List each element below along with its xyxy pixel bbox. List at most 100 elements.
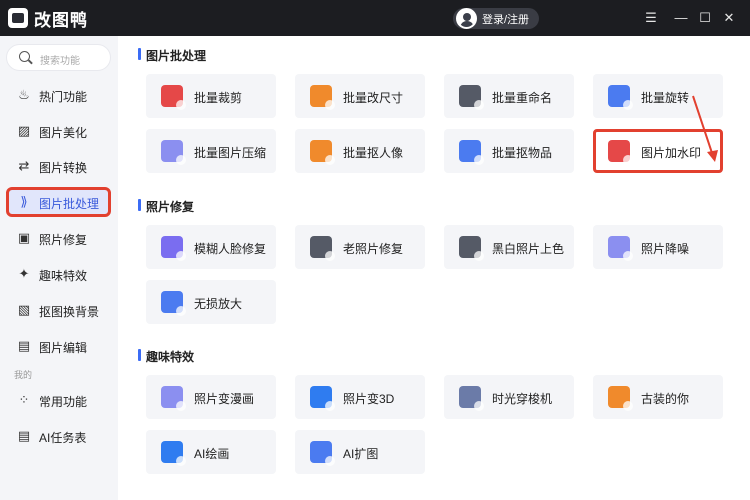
watermark-icon xyxy=(608,140,633,165)
feature-card-label: 批量抠物品 xyxy=(492,146,553,160)
ai-paint-icon xyxy=(161,441,186,466)
portrait-cutout-icon xyxy=(310,140,335,165)
feature-card-label: 批量裁剪 xyxy=(194,91,243,105)
convert-icon: ⇄ xyxy=(18,158,30,173)
sparkle-icon: ✦ xyxy=(18,266,30,281)
feature-card[interactable]: 古装的你 xyxy=(593,375,723,419)
search-icon xyxy=(19,51,30,62)
feature-card-label: 照片变3D xyxy=(343,392,395,406)
sidebar-item-0[interactable]: ♨ 热门功能 xyxy=(6,80,111,110)
feature-card-label: AI扩图 xyxy=(343,447,379,461)
feature-card-label: 批量图片压缩 xyxy=(194,146,267,160)
feature-card[interactable]: 模糊人脸修复 xyxy=(146,225,276,269)
grid-icon: ⁘ xyxy=(18,392,30,407)
repair-icon: ▣ xyxy=(17,230,31,245)
old-photo-icon xyxy=(310,236,335,261)
feature-card[interactable]: 照片变3D xyxy=(295,375,425,419)
sidebar-item-label: 抠图换背景 xyxy=(39,305,100,319)
login-label[interactable]: 登录/注册 xyxy=(482,11,529,27)
crop-icon xyxy=(161,85,186,110)
upscale-icon xyxy=(161,291,186,316)
sidebar-item-6[interactable]: ▧ 抠图换背景 xyxy=(6,295,111,325)
search-placeholder: 搜索功能 xyxy=(40,56,80,67)
feature-card-label: 批量抠人像 xyxy=(343,146,404,160)
cutout-icon: ▧ xyxy=(17,302,31,317)
sidebar-item-8[interactable]: ⁘ 常用功能 xyxy=(6,385,111,415)
sidebar-item-5[interactable]: ✦ 趣味特效 xyxy=(6,259,111,289)
main-content: 图片批处理 批量裁剪 批量改尺寸 批量重命名 批量旋转 批量图片压缩 批量抠人像 批量抠物品图… xyxy=(118,36,750,500)
rename-icon xyxy=(459,85,484,110)
flame-icon: ♨ xyxy=(18,87,30,102)
feature-card[interactable]: 时光穿梭机 xyxy=(444,375,574,419)
sidebar-item-4[interactable]: ▣ 照片修复 xyxy=(6,223,111,253)
feature-card[interactable]: AI绘画 xyxy=(146,430,276,474)
feature-card-label: 老照片修复 xyxy=(343,242,404,256)
sidebar: 搜索功能 ♨ 热门功能 ▨ 图片美化 ⇄ 图片转换 ⟫ 图片批处理 ▣ 照片修复 ✦ 趣味特效 ▧ 抠图换… xyxy=(0,36,118,500)
resize-icon xyxy=(310,85,335,110)
sidebar-section-label: 我的 xyxy=(14,370,33,380)
feature-card-label: 无损放大 xyxy=(194,297,243,311)
menu-icon[interactable]: ☰ xyxy=(642,9,660,27)
feature-card-label: 照片降噪 xyxy=(641,242,690,256)
close-icon[interactable]: ✕ xyxy=(720,9,738,27)
avatar[interactable] xyxy=(456,8,477,29)
sidebar-item-label: 图片美化 xyxy=(39,126,88,140)
feature-card-label: 照片变漫画 xyxy=(194,392,255,406)
feature-card[interactable]: 照片变漫画 xyxy=(146,375,276,419)
feature-card[interactable]: 黑白照片上色 xyxy=(444,225,574,269)
sidebar-item-label: AI任务表 xyxy=(39,431,87,445)
feature-card-label: 黑白照片上色 xyxy=(492,242,565,256)
compress-icon xyxy=(161,140,186,165)
sidebar-item-label: 常用功能 xyxy=(39,395,88,409)
rotate-icon xyxy=(608,85,633,110)
denoise-icon xyxy=(608,236,633,261)
sidebar-item-3[interactable]: ⟫ 图片批处理 xyxy=(6,187,111,217)
ai-expand-icon xyxy=(310,441,335,466)
feature-card[interactable]: 老照片修复 xyxy=(295,225,425,269)
sidebar-item-1[interactable]: ▨ 图片美化 xyxy=(6,116,111,146)
feature-card[interactable]: AI扩图 xyxy=(295,430,425,474)
sidebar-item-label: 热门功能 xyxy=(39,90,88,104)
sidebar-item-label: 图片转换 xyxy=(39,161,88,175)
feature-card[interactable]: 批量重命名 xyxy=(444,74,574,118)
feature-card[interactable]: 无损放大 xyxy=(146,280,276,324)
cube-icon xyxy=(310,386,335,411)
feature-card[interactable]: 照片降噪 xyxy=(593,225,723,269)
search-input[interactable]: 搜索功能 xyxy=(6,44,111,71)
edit-icon: ▤ xyxy=(17,338,31,353)
list-icon: ▤ xyxy=(17,428,31,443)
maximize-icon[interactable]: ☐ xyxy=(696,9,714,27)
feature-card-label: 批量改尺寸 xyxy=(343,91,404,105)
batch-icon: ⟫ xyxy=(20,194,28,209)
feature-card-label: 模糊人脸修复 xyxy=(194,242,267,256)
sidebar-item-label: 趣味特效 xyxy=(39,269,88,283)
minimize-icon[interactable]: — xyxy=(672,9,690,27)
sidebar-item-label: 图片编辑 xyxy=(39,341,88,355)
sidebar-item-7[interactable]: ▤ 图片编辑 xyxy=(6,331,111,361)
section-title: 照片修复 xyxy=(138,198,194,215)
face-repair-icon xyxy=(161,236,186,261)
costume-icon xyxy=(608,386,633,411)
feature-card[interactable]: 批量裁剪 xyxy=(146,74,276,118)
feature-card-label: 批量重命名 xyxy=(492,91,553,105)
time-machine-icon xyxy=(459,386,484,411)
object-cutout-icon xyxy=(459,140,484,165)
feature-card-label: 批量旋转 xyxy=(641,91,690,105)
comic-icon xyxy=(161,386,186,411)
annotation-arrow xyxy=(692,95,718,162)
feature-card[interactable]: 批量图片压缩 xyxy=(146,129,276,173)
sidebar-item-2[interactable]: ⇄ 图片转换 xyxy=(6,151,111,181)
feature-card-label: AI绘画 xyxy=(194,447,230,461)
sidebar-item-label: 图片批处理 xyxy=(39,197,100,211)
feature-card[interactable]: 批量抠物品 xyxy=(444,129,574,173)
palette-icon xyxy=(459,236,484,261)
feature-card-label: 时光穿梭机 xyxy=(492,392,553,406)
feature-card[interactable]: 批量改尺寸 xyxy=(295,74,425,118)
feature-card[interactable]: 批量抠人像 xyxy=(295,129,425,173)
sidebar-item-label: 照片修复 xyxy=(39,233,88,247)
sidebar-item-9[interactable]: ▤ AI任务表 xyxy=(6,421,111,451)
app-title: 改图鸭 xyxy=(34,11,88,30)
section-title: 图片批处理 xyxy=(138,47,206,64)
title-bar: 改图鸭 登录/注册 ☰ — ☐ ✕ xyxy=(0,0,750,36)
image-icon: ▨ xyxy=(17,123,31,138)
